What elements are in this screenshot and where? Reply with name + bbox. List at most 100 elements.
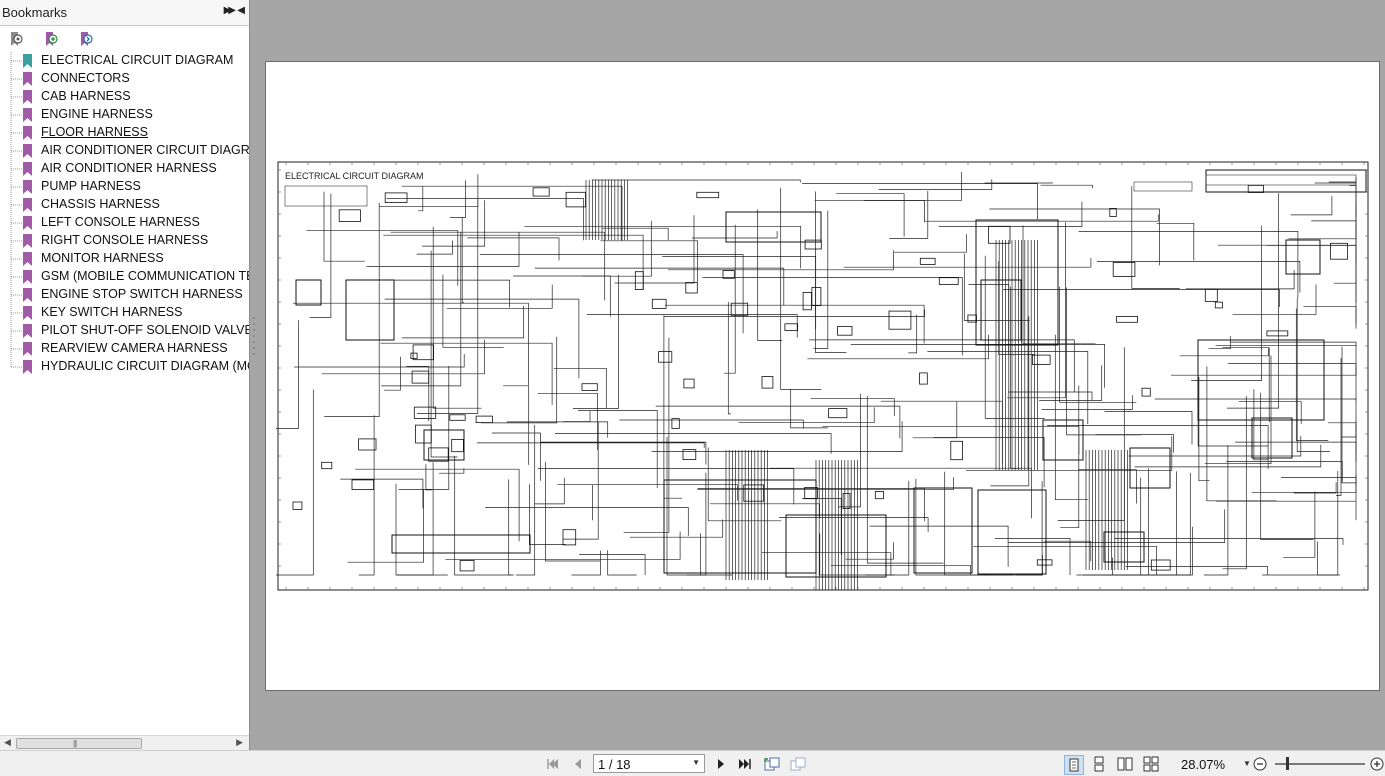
previous-page-icon[interactable] (571, 755, 585, 773)
zoom-slider-thumb[interactable] (1286, 757, 1289, 770)
bookmark-item[interactable]: AIR CONDITIONER HARNESS (0, 160, 249, 178)
bookmark-label[interactable]: CONNECTORS (41, 71, 249, 85)
next-page-icon[interactable] (714, 755, 728, 773)
bookmark-label[interactable]: HYDRAULIC CIRCUIT DIAGRAM (MONOBLOCK) (41, 359, 249, 373)
bookmark-item[interactable]: REARVIEW CAMERA HARNESS (0, 340, 249, 358)
continuous-view-icon[interactable] (1090, 755, 1108, 773)
bookmark-label[interactable]: ENGINE HARNESS (41, 107, 249, 121)
bookmark-label[interactable]: PILOT SHUT-OFF SOLENOID VALVE HARNESS (41, 323, 249, 337)
tree-line-icon (10, 196, 22, 214)
zoom-level[interactable]: 28.07% (1181, 757, 1225, 772)
tree-line-icon (10, 88, 22, 106)
tree-line-icon (10, 322, 22, 340)
bookmark-label[interactable]: CHASSIS HARNESS (41, 197, 249, 211)
bookmark-label[interactable]: MONITOR HARNESS (41, 251, 249, 265)
facing-view-icon[interactable] (1116, 755, 1134, 773)
tree-line-icon (10, 52, 22, 70)
bookmark-item[interactable]: FLOOR HARNESS (0, 124, 249, 142)
bookmark-list: ELECTRICAL CIRCUIT DIAGRAM CONNECTORS CAB … (0, 52, 249, 376)
page-number-field[interactable]: 1 / 18 ▼ (593, 754, 705, 773)
tree-line-icon (10, 70, 22, 88)
electrical-circuit-diagram: ELECTRICAL CIRCUIT DIAGRAM (276, 161, 1369, 591)
bookmark-label[interactable]: CAB HARNESS (41, 89, 249, 103)
panel-splitter[interactable] (252, 315, 256, 360)
bookmark-label[interactable]: ELECTRICAL CIRCUIT DIAGRAM (41, 53, 249, 67)
chevron-down-icon[interactable]: ▼ (692, 758, 700, 767)
bookmarks-title: Bookmarks (2, 5, 68, 20)
bookmark-label[interactable]: REARVIEW CAMERA HARNESS (41, 341, 249, 355)
add-bookmark-icon[interactable] (43, 31, 59, 47)
bookmark-label[interactable]: AIR CONDITIONER HARNESS (41, 161, 249, 175)
bookmark-item[interactable]: HYDRAULIC CIRCUIT DIAGRAM (MONOBLOCK) (0, 358, 249, 376)
bookmark-label[interactable]: KEY SWITCH HARNESS (41, 305, 249, 319)
bookmark-icon (23, 90, 32, 104)
bookmark-label[interactable]: AIR CONDITIONER CIRCUIT DIAGRAM (41, 143, 249, 157)
expand-bookmark-icon[interactable] (78, 31, 94, 47)
scroll-right-icon[interactable]: ▶ (236, 737, 243, 748)
bookmarks-panel: Bookmarks ▶▶ ◀ ELECTRICAL CIRCUIT DIAGRA… (0, 0, 250, 750)
bookmark-item[interactable]: LEFT CONSOLE HARNESS (0, 214, 249, 232)
scroll-left-icon[interactable]: ◀ (4, 737, 11, 748)
tree-line-icon (10, 250, 22, 268)
collapse-panel-icon[interactable]: ◀ (237, 5, 245, 16)
bookmark-label[interactable]: GSM (MOBILE COMMUNICATION TERMINAL) (41, 269, 249, 283)
bookmark-item[interactable]: KEY SWITCH HARNESS (0, 304, 249, 322)
continuous-facing-view-icon[interactable] (1142, 755, 1160, 773)
page-number-input[interactable]: 1 / 18 (598, 757, 631, 772)
tree-line-icon (10, 178, 22, 196)
bookmark-item[interactable]: PUMP HARNESS (0, 178, 249, 196)
bookmark-item[interactable]: ENGINE HARNESS (0, 106, 249, 124)
zoom-dropdown-icon[interactable]: ▼ (1243, 759, 1251, 768)
bookmark-item[interactable]: RIGHT CONSOLE HARNESS (0, 232, 249, 250)
bookmark-icon (23, 252, 32, 266)
bookmark-item[interactable]: ENGINE STOP SWITCH HARNESS (0, 286, 249, 304)
bookmarks-header: Bookmarks ▶▶ ◀ (0, 0, 249, 26)
first-page-icon[interactable] (545, 755, 561, 773)
bookmark-icon (23, 360, 32, 374)
bookmark-icon (23, 108, 32, 122)
bookmark-item[interactable]: GSM (MOBILE COMMUNICATION TERMINAL) (0, 268, 249, 286)
bookmark-label[interactable]: RIGHT CONSOLE HARNESS (41, 233, 249, 247)
next-view-icon[interactable] (789, 755, 807, 773)
bookmark-item[interactable]: AIR CONDITIONER CIRCUIT DIAGRAM (0, 142, 249, 160)
tree-line-icon (10, 232, 22, 250)
bookmark-item[interactable]: CHASSIS HARNESS (0, 196, 249, 214)
bookmark-icon (23, 270, 32, 284)
bookmark-icon (23, 288, 32, 302)
bookmark-item[interactable]: ELECTRICAL CIRCUIT DIAGRAM (0, 52, 249, 70)
tree-line-icon (10, 160, 22, 178)
tree-line-icon (10, 358, 22, 368)
tree-line-icon (10, 214, 22, 232)
single-page-view-icon[interactable] (1064, 755, 1084, 775)
bookmark-icon (23, 144, 32, 158)
bookmark-label[interactable]: PUMP HARNESS (41, 179, 249, 193)
bookmark-icon (23, 324, 32, 338)
tree-line-icon (10, 340, 22, 358)
bookmark-label[interactable]: ENGINE STOP SWITCH HARNESS (41, 287, 249, 301)
bookmark-item[interactable]: CAB HARNESS (0, 88, 249, 106)
bookmarks-horizontal-scrollbar[interactable]: ◀ ||| ▶ (0, 735, 249, 750)
tree-line-icon (10, 124, 22, 142)
bookmark-item[interactable]: MONITOR HARNESS (0, 250, 249, 268)
bookmarks-toolbar (0, 26, 249, 52)
previous-view-icon[interactable] (763, 755, 781, 773)
zoom-out-icon[interactable] (1252, 755, 1268, 773)
tree-line-icon (10, 304, 22, 322)
scrollbar-thumb[interactable]: ||| (16, 738, 142, 749)
bookmark-icon (23, 54, 32, 68)
bookmark-icon (23, 234, 32, 248)
bookmark-item[interactable]: CONNECTORS (0, 70, 249, 88)
bookmark-item[interactable]: PILOT SHUT-OFF SOLENOID VALVE HARNESS (0, 322, 249, 340)
expand-panel-icon[interactable]: ▶▶ (224, 5, 237, 16)
bookmark-label[interactable]: LEFT CONSOLE HARNESS (41, 215, 249, 229)
tree-line-icon (10, 286, 22, 304)
tree-line-icon (10, 106, 22, 124)
last-page-icon[interactable] (737, 755, 753, 773)
bookmark-icon (23, 72, 32, 86)
bookmark-options-icon[interactable] (8, 31, 24, 47)
bookmark-icon (23, 216, 32, 230)
bookmark-icon (23, 126, 32, 140)
bookmark-label[interactable]: FLOOR HARNESS (41, 125, 249, 139)
bookmark-icon (23, 342, 32, 356)
zoom-in-icon[interactable] (1369, 755, 1385, 773)
